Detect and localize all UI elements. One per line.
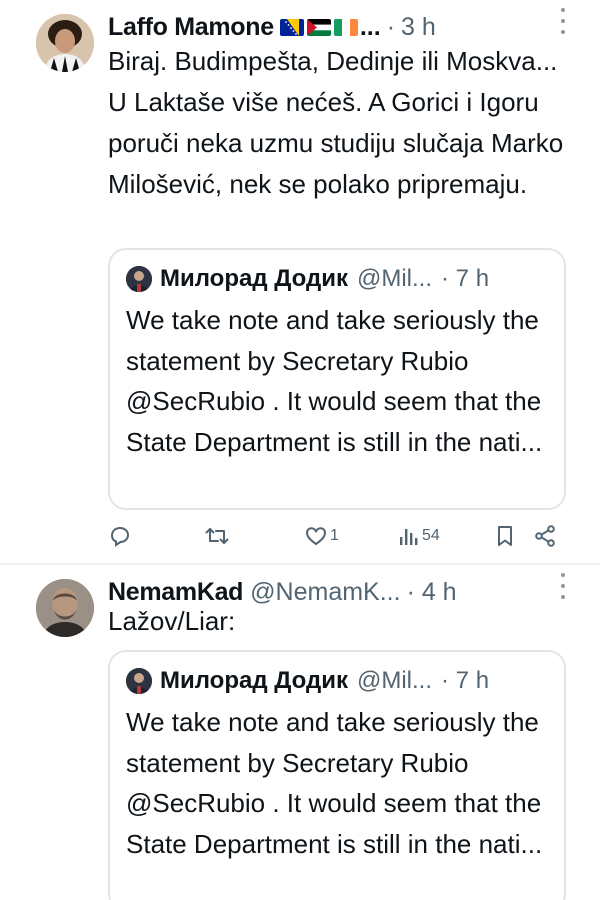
quote-text: We take note and take seriously the stat… <box>126 707 543 859</box>
quote-author-name: Милорад Додик <box>160 265 348 292</box>
tweet[interactable]: Laffo Mamone ... · 3 h Biraj. Budimpešta… <box>0 0 600 565</box>
ireland-flag-icon <box>333 18 358 36</box>
retweet-icon <box>205 528 229 544</box>
more-options-icon[interactable] <box>560 573 566 599</box>
name-flags <box>279 18 358 36</box>
bookmark-icon <box>498 526 512 546</box>
bookmark-button[interactable] <box>494 521 516 551</box>
quote-author-handle: @Mil... <box>356 667 433 694</box>
tweet-header: Laffo Mamone ... · 3 h <box>108 10 588 44</box>
heart-icon <box>305 527 327 546</box>
quote-text: We take note and take seriously the stat… <box>126 305 543 457</box>
quote-header: Милорад Додик @Mil... · 7 h <box>126 666 552 696</box>
reply-button[interactable] <box>108 521 132 551</box>
bosnia-flag-icon <box>279 18 304 36</box>
quote-header: Милорад Додик @Mil... · 7 h <box>126 264 552 294</box>
tweet-text: Biraj. Budimpešta, Dedinje ili Moskva...… <box>108 46 564 199</box>
tweet[interactable]: NemamKad @NemamK... · 4 h Lažov/Liar: Ми… <box>0 565 600 900</box>
like-count: 1 <box>330 527 339 544</box>
avatar[interactable] <box>36 14 94 72</box>
tweet-actions: 1 54 <box>108 521 560 551</box>
views-count: 54 <box>422 527 440 544</box>
like-button[interactable]: 1 <box>304 521 339 551</box>
palestine-flag-icon <box>306 18 331 36</box>
more-options-icon[interactable] <box>560 8 566 34</box>
views-button[interactable]: 54 <box>398 521 440 551</box>
retweet-button[interactable] <box>204 521 230 551</box>
quoted-tweet[interactable]: Милорад Додик @Mil... · 7 h We take note… <box>108 248 566 510</box>
quote-author-handle: @Mil... <box>356 265 433 292</box>
quote-avatar <box>126 266 152 292</box>
share-button[interactable] <box>533 521 557 551</box>
name-ellipsis: ... <box>359 12 381 41</box>
quote-time: · 7 h <box>441 265 490 292</box>
reply-icon <box>110 526 130 547</box>
share-icon <box>535 525 555 547</box>
tweet-text: Lažov/Liar: <box>108 606 236 636</box>
views-icon <box>400 529 418 545</box>
quoted-tweet[interactable]: Милорад Додик @Mil... · 7 h We take note… <box>108 650 566 900</box>
quote-avatar <box>126 668 152 694</box>
tweet-time[interactable]: 3 h <box>401 13 436 42</box>
time-separator: · <box>386 12 396 41</box>
author-name[interactable]: Laffo Mamone <box>108 13 274 42</box>
quote-time: · 7 h <box>441 667 490 694</box>
quote-author-name: Милорад Додик <box>160 667 348 694</box>
avatar[interactable] <box>36 579 94 637</box>
